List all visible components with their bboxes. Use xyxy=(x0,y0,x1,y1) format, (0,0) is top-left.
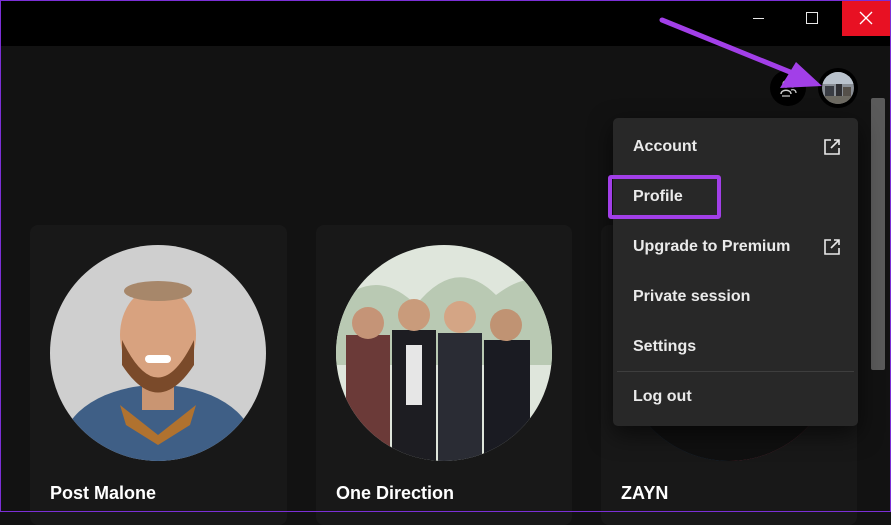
artist-card[interactable]: One Direction xyxy=(316,225,572,525)
menu-item-label: Account xyxy=(633,138,697,155)
artist-image xyxy=(50,245,266,461)
menu-item-log-out[interactable]: Log out xyxy=(617,375,854,419)
external-link-icon xyxy=(824,239,840,255)
menu-divider xyxy=(617,371,854,372)
menu-item-label: Settings xyxy=(633,338,697,355)
menu-item-label: Private session xyxy=(633,288,751,305)
artist-name: ZAYN xyxy=(621,483,669,503)
close-button[interactable] xyxy=(842,0,890,36)
menu-item-private-session[interactable]: Private session xyxy=(617,275,854,319)
artist-card[interactable]: Post Malone xyxy=(30,225,287,525)
artist-name: Post Malone xyxy=(50,483,157,503)
external-link-icon xyxy=(824,139,840,155)
close-icon xyxy=(859,11,873,25)
annotation-arrow-icon xyxy=(659,17,822,88)
artist-image xyxy=(336,245,552,461)
scrollbar[interactable] xyxy=(871,98,885,370)
profile-menu: Account Profile Upgrade to Premium Priva… xyxy=(613,118,858,426)
menu-item-upgrade-to-premium[interactable]: Upgrade to Premium xyxy=(617,225,854,269)
annotation-highlight-box xyxy=(608,175,721,219)
menu-item-account[interactable]: Account xyxy=(617,125,854,169)
menu-item-label: Log out xyxy=(633,388,692,405)
menu-item-settings[interactable]: Settings xyxy=(617,325,854,369)
artist-name: One Direction xyxy=(336,483,455,503)
menu-item-label: Upgrade to Premium xyxy=(633,238,791,255)
